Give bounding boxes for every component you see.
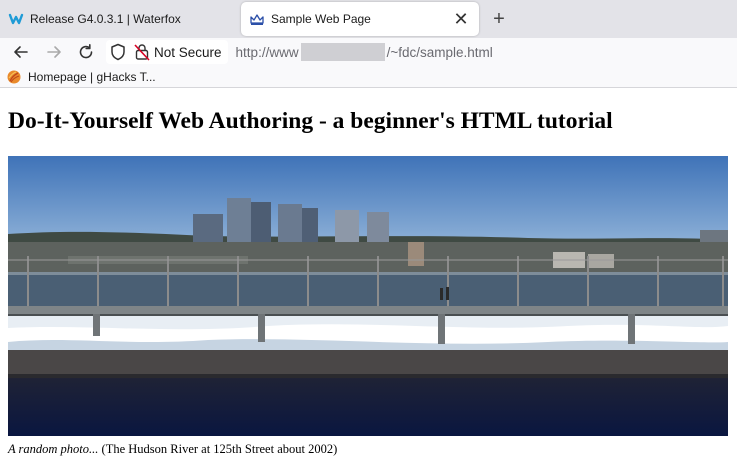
forward-arrow-icon[interactable] [43, 41, 65, 63]
bookmarks-toolbar: Homepage | gHacks T... [0, 66, 737, 88]
waterfox-icon [8, 11, 24, 27]
navigation-toolbar: Not Secure http://www /~fdc/sample.html [0, 38, 737, 66]
address-bar[interactable]: Not Secure http://www /~fdc/sample.html [106, 40, 737, 64]
back-arrow-icon[interactable] [10, 41, 32, 63]
page-heading: Do-It-Yourself Web Authoring - a beginne… [8, 108, 613, 134]
photo-caption: A random photo... (The Hudson River at 1… [8, 442, 337, 457]
shield-icon[interactable] [110, 43, 126, 61]
bookmark-label: Homepage | gHacks T... [28, 69, 156, 84]
caption-italic: A random photo... [8, 442, 99, 456]
close-tab-icon[interactable]: ✕ [451, 9, 471, 29]
hudson-river-photo [8, 156, 728, 436]
url-suffix: /~fdc/sample.html [386, 44, 493, 60]
new-tab-icon[interactable]: + [488, 8, 510, 30]
bookmark-ghacks[interactable]: Homepage | gHacks T... [7, 70, 156, 84]
tab-title: Release G4.0.3.1 | Waterfox [30, 12, 181, 26]
url-text[interactable]: http://www /~fdc/sample.html [236, 43, 493, 61]
insecure-lock-icon [134, 43, 150, 61]
reload-icon[interactable] [75, 41, 97, 63]
crown-icon [249, 11, 265, 27]
page-content: Do-It-Yourself Web Authoring - a beginne… [0, 88, 737, 459]
redacted-domain [300, 43, 385, 61]
not-secure-label: Not Secure [154, 44, 222, 60]
site-info-button[interactable]: Not Secure [106, 40, 228, 64]
tab-title: Sample Web Page [271, 12, 371, 26]
caption-text: (The Hudson River at 125th Street about … [98, 442, 338, 456]
tab-strip: Release G4.0.3.1 | Waterfox Sample Web P… [0, 0, 737, 38]
ghacks-icon [7, 70, 21, 84]
tab-sample-web-page[interactable]: Sample Web Page ✕ [241, 2, 479, 36]
url-prefix: http://www [235, 44, 299, 60]
tab-waterfox-release[interactable]: Release G4.0.3.1 | Waterfox [0, 2, 238, 36]
